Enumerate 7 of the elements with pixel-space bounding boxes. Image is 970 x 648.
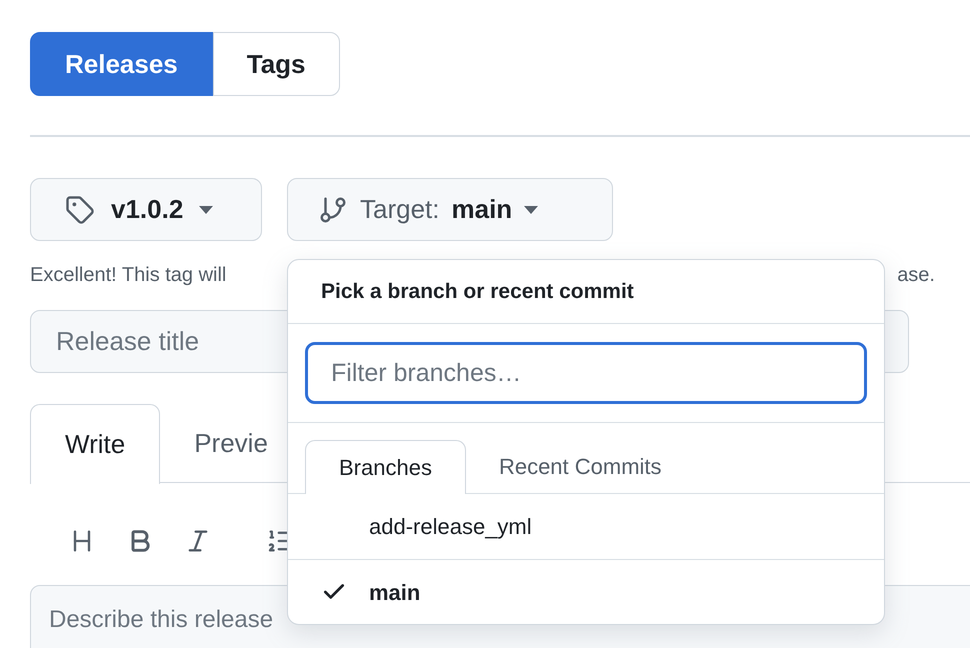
branch-name: main [369, 578, 420, 606]
target-label: Target: [360, 193, 440, 226]
branch-name: add-release_yml [369, 513, 532, 541]
hint-text: ase. [897, 263, 935, 287]
menu-title: Pick a branch or recent commit [288, 260, 884, 324]
hint-text: Excellent! This tag will [30, 263, 226, 287]
target-branch: main [452, 193, 512, 226]
